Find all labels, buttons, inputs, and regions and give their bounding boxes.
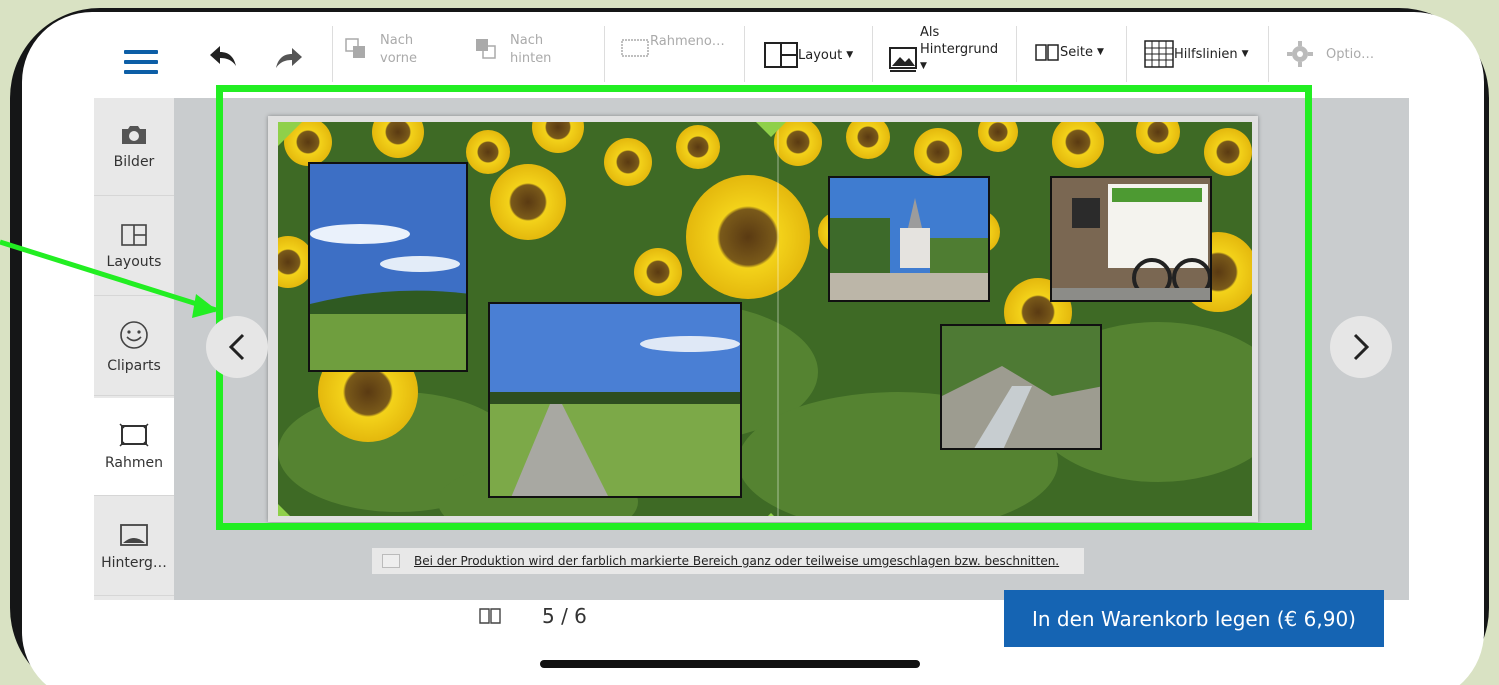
redo-button[interactable] — [274, 46, 304, 70]
options-label: Optio… — [1326, 46, 1375, 62]
book-icon — [1035, 44, 1059, 61]
undo-arrow-icon — [210, 46, 236, 66]
page-dropdown[interactable]: Seite ▼ — [1034, 42, 1104, 62]
annotation-arrow — [0, 239, 218, 318]
toolbar-divider — [744, 26, 745, 82]
toolbar-divider — [604, 26, 605, 82]
layout-icon — [764, 42, 798, 68]
page-label: Seite — [1060, 44, 1093, 60]
sidebar-item-images[interactable]: Bilder — [94, 98, 174, 196]
background-image-icon — [120, 523, 148, 546]
chevron-left-icon — [228, 333, 245, 361]
next-page-button[interactable] — [1330, 316, 1392, 378]
caret-down-icon: ▼ — [920, 61, 927, 71]
add-to-cart-button[interactable]: In den Warenkorb legen (€ 6,90) — [1004, 590, 1384, 647]
bring-forward-line1: Nach — [380, 33, 414, 48]
toolbar-divider — [872, 26, 873, 82]
frame-options-label: Rahmeno… — [650, 34, 725, 49]
sidebar-item-label: Hinterg… — [101, 554, 167, 571]
undo-button[interactable] — [208, 44, 238, 68]
image-background-icon — [889, 46, 917, 72]
notice-text[interactable]: Bei der Produktion wird der farblich mar… — [414, 554, 1059, 568]
frame-options-button[interactable]: Rahmeno… — [620, 32, 725, 62]
previous-page-button[interactable] — [206, 316, 268, 378]
toolbar-divider — [1126, 26, 1127, 82]
highlight-frame — [216, 85, 1312, 530]
frame-icon — [119, 422, 149, 447]
send-backward-icon — [476, 39, 496, 59]
redo-arrow-icon — [276, 48, 302, 68]
bring-forward-button[interactable]: Nach vorne — [344, 32, 417, 68]
frame-options-icon — [621, 39, 649, 57]
as-background-button[interactable]: Als Hintergrund ▼ — [888, 24, 998, 75]
caret-down-icon: ▼ — [846, 50, 854, 60]
production-notice: Bei der Produktion wird der farblich mar… — [372, 548, 1084, 574]
sidebar-item-backgrounds[interactable]: Hinterg… — [94, 498, 174, 596]
toolbar-divider — [332, 26, 333, 82]
sidebar-item-label: Bilder — [113, 153, 155, 170]
book-icon — [479, 608, 501, 624]
sidebar-item-frames[interactable]: Rahmen — [94, 398, 174, 496]
layout-label: Layout — [798, 47, 843, 63]
options-button[interactable]: Optio… — [1286, 40, 1374, 68]
hamburger-menu-icon[interactable] — [124, 50, 158, 74]
chevron-right-icon — [1353, 333, 1370, 361]
layout-dropdown[interactable]: Layout ▼ — [764, 42, 853, 68]
bring-forward-icon — [345, 38, 365, 58]
send-backward-line1: Nach — [510, 33, 544, 48]
add-to-cart-label: In den Warenkorb legen (€ 6,90) — [1032, 606, 1356, 631]
as-background-line2: Hintergrund — [920, 42, 999, 57]
caret-down-icon: ▼ — [1241, 49, 1249, 59]
send-backward-button[interactable]: Nach hinten — [474, 32, 551, 68]
page-number: 5 / 6 — [542, 604, 587, 628]
grid-icon — [1144, 40, 1174, 68]
bring-forward-line2: vorne — [380, 51, 418, 66]
home-indicator[interactable] — [540, 660, 920, 668]
send-backward-line2: hinten — [510, 51, 552, 66]
guides-dropdown[interactable]: Hilfslinien ▼ — [1144, 40, 1249, 68]
toolbar: Nach vorne Nach hinten Rahmeno… Layout ▼ Al… — [22, 12, 1484, 96]
notice-color-swatch — [382, 554, 400, 568]
camera-icon — [122, 125, 146, 144]
as-background-line1: Als — [920, 25, 940, 40]
toolbar-divider — [1268, 26, 1269, 82]
caret-down-icon: ▼ — [1096, 47, 1104, 57]
toolbar-divider — [1016, 26, 1017, 82]
gear-icon — [1287, 41, 1313, 67]
guides-label: Hilfslinien — [1174, 46, 1238, 62]
page-indicator: 5 / 6 — [478, 604, 587, 628]
sidebar-item-label: Rahmen — [105, 454, 163, 471]
